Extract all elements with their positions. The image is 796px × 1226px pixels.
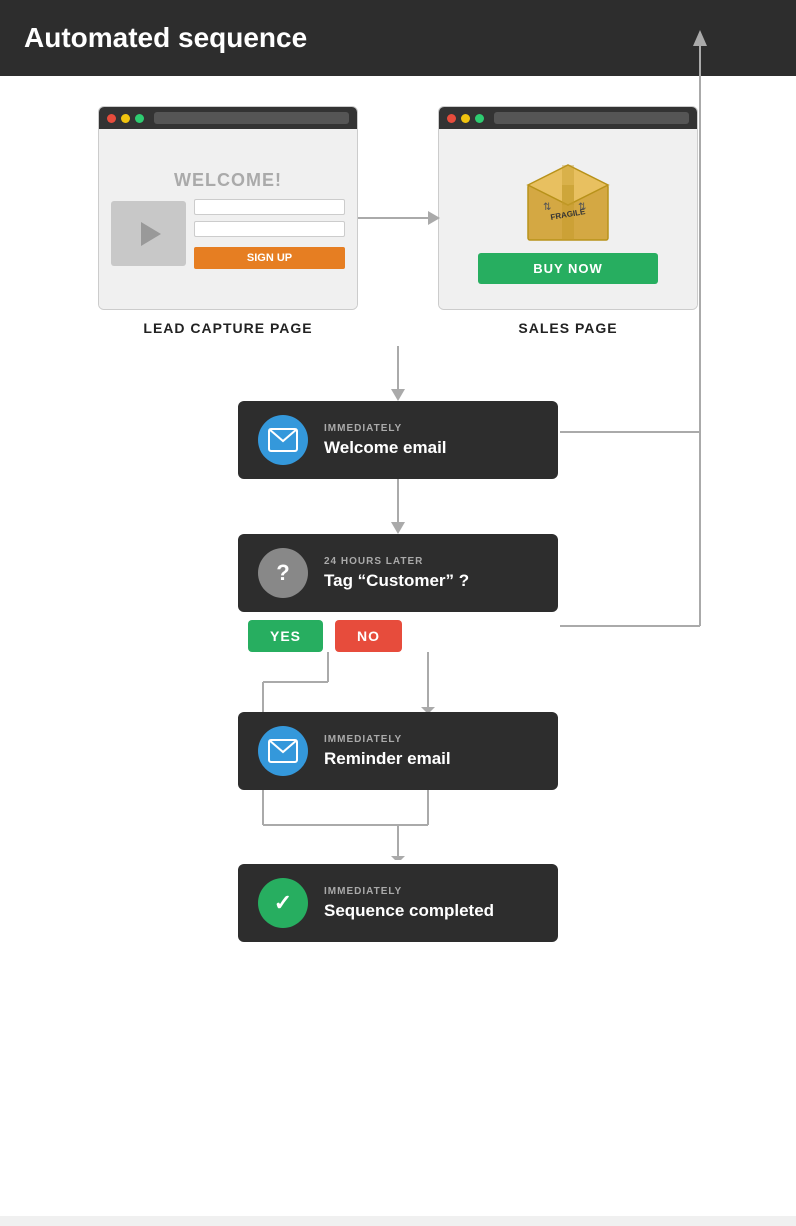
arrow-2	[391, 479, 405, 534]
svg-text:⇅: ⇅	[578, 202, 586, 213]
address-bar	[154, 112, 349, 124]
sales-label: SALES PAGE	[518, 320, 617, 336]
question-icon: ?	[258, 548, 308, 598]
merge-svg	[238, 790, 558, 860]
email-icon-2	[258, 726, 308, 776]
sales-content: FRAGILE ⇅ ⇅ BUY NOW	[439, 129, 697, 309]
reminder-timing: IMMEDIATELY	[324, 734, 451, 745]
reminder-email-container: IMMEDIATELY Reminder email	[238, 712, 558, 790]
tag-check-text: 24 HOURS LATER Tag “Customer” ?	[324, 556, 469, 591]
lead-capture-label: LEAD CAPTURE PAGE	[143, 320, 312, 336]
browser-titlebar-lead	[99, 107, 357, 129]
v-arrow-head-2-icon	[391, 522, 405, 534]
reminder-name: Reminder email	[324, 749, 451, 769]
welcome-email-text: IMMEDIATELY Welcome email	[324, 423, 447, 458]
envelope-svg-1	[268, 428, 298, 452]
lead-capture-content: WELCOME! SIGN UP	[99, 129, 357, 309]
completed-name: Sequence completed	[324, 901, 494, 921]
package-box-icon: FRAGILE ⇅ ⇅	[518, 155, 618, 245]
reminder-email-step: IMMEDIATELY Reminder email	[238, 712, 558, 790]
sales-page: FRAGILE ⇅ ⇅ BUY NOW SALES PAGE	[438, 106, 698, 336]
horizontal-arrow	[358, 211, 440, 225]
envelope-svg-2	[268, 739, 298, 763]
yes-branch-area	[238, 652, 558, 712]
merge-area	[238, 790, 558, 860]
page-title: Automated sequence	[24, 22, 307, 53]
dot-red-icon	[107, 114, 116, 123]
v-arrow-line-2	[397, 479, 399, 522]
v-arrow-line-1	[397, 346, 399, 389]
browser-titlebar-sales	[439, 107, 697, 129]
capture-row: SIGN UP	[111, 199, 345, 269]
lead-capture-page: WELCOME! SIGN UP LEAD CAPTURE PAGE	[98, 106, 358, 336]
tag-name: Tag “Customer” ?	[324, 571, 469, 591]
pages-row: WELCOME! SIGN UP LEAD CAPTURE PAGE	[0, 106, 796, 336]
lead-capture-browser: WELCOME! SIGN UP	[98, 106, 358, 310]
arrow-1	[391, 346, 405, 401]
completed-timing: IMMEDIATELY	[324, 886, 494, 897]
header: Automated sequence	[0, 0, 796, 76]
flow-wrapper: IMMEDIATELY Welcome email ? 24 HOURS LAT…	[0, 346, 796, 942]
address-bar-2	[494, 112, 689, 124]
tag-timing: 24 HOURS LATER	[324, 556, 469, 567]
h-arrow-line	[358, 217, 428, 219]
reminder-email-text: IMMEDIATELY Reminder email	[324, 734, 451, 769]
no-button[interactable]: NO	[335, 620, 402, 652]
form-field-2	[194, 221, 345, 237]
buy-now-button[interactable]: BUY NOW	[478, 253, 658, 284]
tag-check-step: ? 24 HOURS LATER Tag “Customer” ?	[238, 534, 558, 612]
welcome-email-step: IMMEDIATELY Welcome email	[238, 401, 558, 479]
signup-button[interactable]: SIGN UP	[194, 247, 345, 269]
form-field-1	[194, 199, 345, 215]
dot-yellow-2-icon	[461, 114, 470, 123]
dot-yellow-icon	[121, 114, 130, 123]
welcome-email-container: IMMEDIATELY Welcome email	[238, 401, 558, 479]
video-placeholder	[111, 201, 186, 266]
check-icon: ✓	[258, 878, 308, 928]
dot-red-2-icon	[447, 114, 456, 123]
h-arrow-head-icon	[428, 211, 440, 225]
welcome-timing: IMMEDIATELY	[324, 423, 447, 434]
welcome-name: Welcome email	[324, 438, 447, 458]
welcome-text: WELCOME!	[174, 170, 282, 191]
v-arrow-head-1-icon	[391, 389, 405, 401]
yes-button[interactable]: YES	[248, 620, 323, 652]
dot-green-2-icon	[475, 114, 484, 123]
sequence-completed-container: ✓ IMMEDIATELY Sequence completed	[238, 864, 558, 942]
form-fields: SIGN UP	[194, 199, 345, 269]
yes-branch-svg	[238, 652, 558, 712]
sales-browser: FRAGILE ⇅ ⇅ BUY NOW	[438, 106, 698, 310]
decision-row: YES NO	[248, 620, 402, 652]
email-icon-1	[258, 415, 308, 465]
main-content: WELCOME! SIGN UP LEAD CAPTURE PAGE	[0, 76, 796, 1216]
tag-check-container: ? 24 HOURS LATER Tag “Customer” ? YES NO	[238, 534, 558, 652]
svg-text:⇅: ⇅	[543, 202, 551, 213]
sequence-completed-step: ✓ IMMEDIATELY Sequence completed	[238, 864, 558, 942]
play-icon	[141, 222, 161, 246]
dot-green-icon	[135, 114, 144, 123]
sequence-completed-text: IMMEDIATELY Sequence completed	[324, 886, 494, 921]
